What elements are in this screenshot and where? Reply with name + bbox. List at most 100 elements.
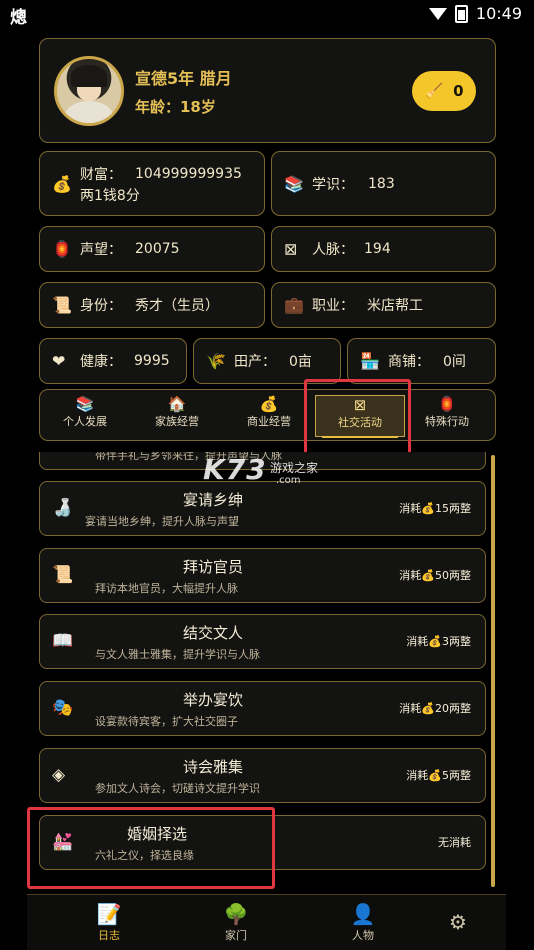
watermark-brand: K73 <box>203 453 267 486</box>
status-time: 10:49 <box>475 4 522 23</box>
stat-reputation: 🏮 声望： 20075 <box>39 226 265 272</box>
stat-knowledge: 📚 学识： 183 <box>271 151 496 216</box>
wealth-value-sub: 两1钱8分 <box>80 188 140 204</box>
book-icon: 📖 <box>52 631 74 651</box>
list-item[interactable]: 🍶 宴请乡绅 宴请当地乡绅，提升人脉与声望 消耗💰15两整 <box>39 481 486 536</box>
list-item[interactable]: 📜 拜访官员 拜访本地官员，大幅提升人脉 消耗💰50两整 <box>39 548 486 603</box>
nav-settings[interactable]: ⚙ <box>428 909 488 935</box>
tab-family[interactable]: 🏠 家族经营 <box>137 395 217 435</box>
health-value: 9995 <box>134 353 170 369</box>
connections-value: 194 <box>364 241 391 257</box>
category-tabs: 📚 个人发展 🏠 家族经营 💰 商业经营 ⊠ 社交活动 🏮 特殊行动 <box>39 389 496 441</box>
character-header: 宣德5年 腊月 年龄：18岁 🧹 0 <box>39 38 496 143</box>
activity-desc: 宴请当地乡绅，提升人脉与声望 <box>85 515 239 528</box>
nav-log[interactable]: 📝 日志 <box>79 901 139 943</box>
lantern-icon: 🏮 <box>437 395 457 413</box>
list-item[interactable]: 📖 结交文人 与文人雅士雅集，提升学识与人脉 消耗💰3两整 <box>39 614 486 669</box>
reputation-value: 20075 <box>135 241 180 257</box>
stat-health: ❤ 健康： 9995 <box>39 338 187 384</box>
job-label: 职业： <box>312 298 354 314</box>
books-icon: 📚 <box>75 395 95 413</box>
activity-title: 举办宴饮 <box>182 691 243 709</box>
age-label: 年龄：18岁 <box>135 98 216 116</box>
battery-icon <box>454 4 468 23</box>
activity-title: 宴请乡绅 <box>182 491 243 509</box>
nav-characters[interactable]: 👤 人物 <box>333 901 393 943</box>
avatar[interactable] <box>54 56 124 126</box>
shop-icon: 🏪 <box>360 351 380 371</box>
lantern-icon: 🏮 <box>52 239 72 259</box>
activity-cost: 消耗💰3两整 <box>406 635 471 648</box>
stat-shops: 🏪 商铺： 0间 <box>347 338 496 384</box>
connections-label: 人脉： <box>312 242 354 258</box>
land-value: 0亩 <box>289 354 312 370</box>
activity-title: 诗会雅集 <box>182 758 243 776</box>
stat-wealth: 💰 财富： 104999999935 两1钱8分 <box>39 151 265 216</box>
reputation-label: 声望： <box>80 242 122 258</box>
activity-title: 拜访官员 <box>182 558 243 576</box>
money-bag-icon: 💰 <box>259 395 279 413</box>
tab-business[interactable]: 💰 商业经营 <box>229 395 309 435</box>
briefcase-icon: 💼 <box>284 295 304 315</box>
broom-icon: 🧹 <box>424 82 444 100</box>
stat-job: 💼 职业： 米店帮工 <box>271 282 496 328</box>
settings-icon: ⚙ <box>449 910 467 934</box>
person-icon: 👤 <box>350 902 376 926</box>
highlight-frame-marriage <box>27 807 275 889</box>
wheat-icon: 🌾 <box>206 351 226 371</box>
tree-icon: 🌳 <box>223 902 249 926</box>
app-glyph: 熜 <box>10 8 27 28</box>
money-bag-icon: 💰 <box>52 174 72 193</box>
knowledge-label: 学识： <box>312 176 354 193</box>
tab-special[interactable]: 🏮 特殊行动 <box>407 395 487 435</box>
shops-value: 0间 <box>443 354 466 370</box>
knowledge-value: 183 <box>368 175 395 192</box>
coin-button[interactable]: 🧹 0 <box>412 71 476 111</box>
watermark-domain: .com <box>276 475 301 486</box>
highlight-frame-tab <box>304 379 411 458</box>
stat-land: 🌾 田产： 0亩 <box>193 338 341 384</box>
scrollbar[interactable] <box>491 455 495 887</box>
tab-personal[interactable]: 📚 个人发展 <box>45 395 125 435</box>
list-item[interactable]: 🎭 举办宴饮 设宴款待宾客，扩大社交圈子 消耗💰20两整 <box>39 681 486 736</box>
scroll-icon: 📜 <box>52 295 72 315</box>
wealth-label: 财富： <box>80 167 122 183</box>
nav-family[interactable]: 🌳 家门 <box>206 901 266 943</box>
activity-cost: 无消耗 <box>438 836 471 849</box>
coin-value: 0 <box>453 82 464 100</box>
scroll-icon: 📜 <box>52 565 74 585</box>
era-date: 宣德5年 腊月 <box>135 69 232 88</box>
status-right: 10:49 <box>428 4 522 23</box>
wifi-icon <box>428 7 447 20</box>
job-value: 米店帮工 <box>367 298 423 314</box>
activity-desc: 与文人雅士雅集，提升学识与人脉 <box>95 648 260 661</box>
activity-title: 结交文人 <box>182 624 243 642</box>
wealth-value: 104999999935 <box>135 166 242 182</box>
list-item[interactable]: ◈ 诗会雅集 参加文人诗会，切磋诗文提升学识 消耗💰5两整 <box>39 748 486 803</box>
activity-cost: 消耗💰20两整 <box>399 702 471 715</box>
log-icon: 📝 <box>96 902 122 926</box>
identity-label: 身份： <box>80 298 122 314</box>
health-label: 健康： <box>80 354 122 370</box>
activity-desc: 设宴款待宾客，扩大社交圈子 <box>95 715 238 728</box>
watermark-site: 游戏之家 <box>270 461 319 475</box>
network-icon: ⊠ <box>284 239 298 259</box>
identity-value: 秀才（生员） <box>135 298 219 314</box>
activity-desc: 参加文人诗会，切磋诗文提升学识 <box>95 782 260 795</box>
activity-cost: 消耗💰5两整 <box>406 769 471 782</box>
activity-cost: 消耗💰50两整 <box>399 569 471 582</box>
books-icon: 📚 <box>284 174 304 193</box>
masks-icon: 🎭 <box>52 698 74 718</box>
status-bar: 熜 10:49 <box>0 0 534 28</box>
stat-connections: ⊠ 人脉： 194 <box>271 226 496 272</box>
house-icon: 🏠 <box>167 395 187 413</box>
activity-desc: 拜访本地官员，大幅提升人脉 <box>95 582 238 595</box>
watermark: K73 游戏之家 .com <box>203 453 318 486</box>
stat-identity: 📜 身份： 秀才（生员） <box>39 282 265 328</box>
mask-icon: ◈ <box>52 765 66 785</box>
shops-label: 商铺： <box>388 354 430 370</box>
bottle-icon: 🍶 <box>52 498 74 518</box>
bottom-nav: 📝 日志 🌳 家门 👤 人物 ⚙ <box>27 894 506 950</box>
heart-icon: ❤ <box>52 351 66 371</box>
activity-cost: 消耗💰15两整 <box>399 502 471 515</box>
